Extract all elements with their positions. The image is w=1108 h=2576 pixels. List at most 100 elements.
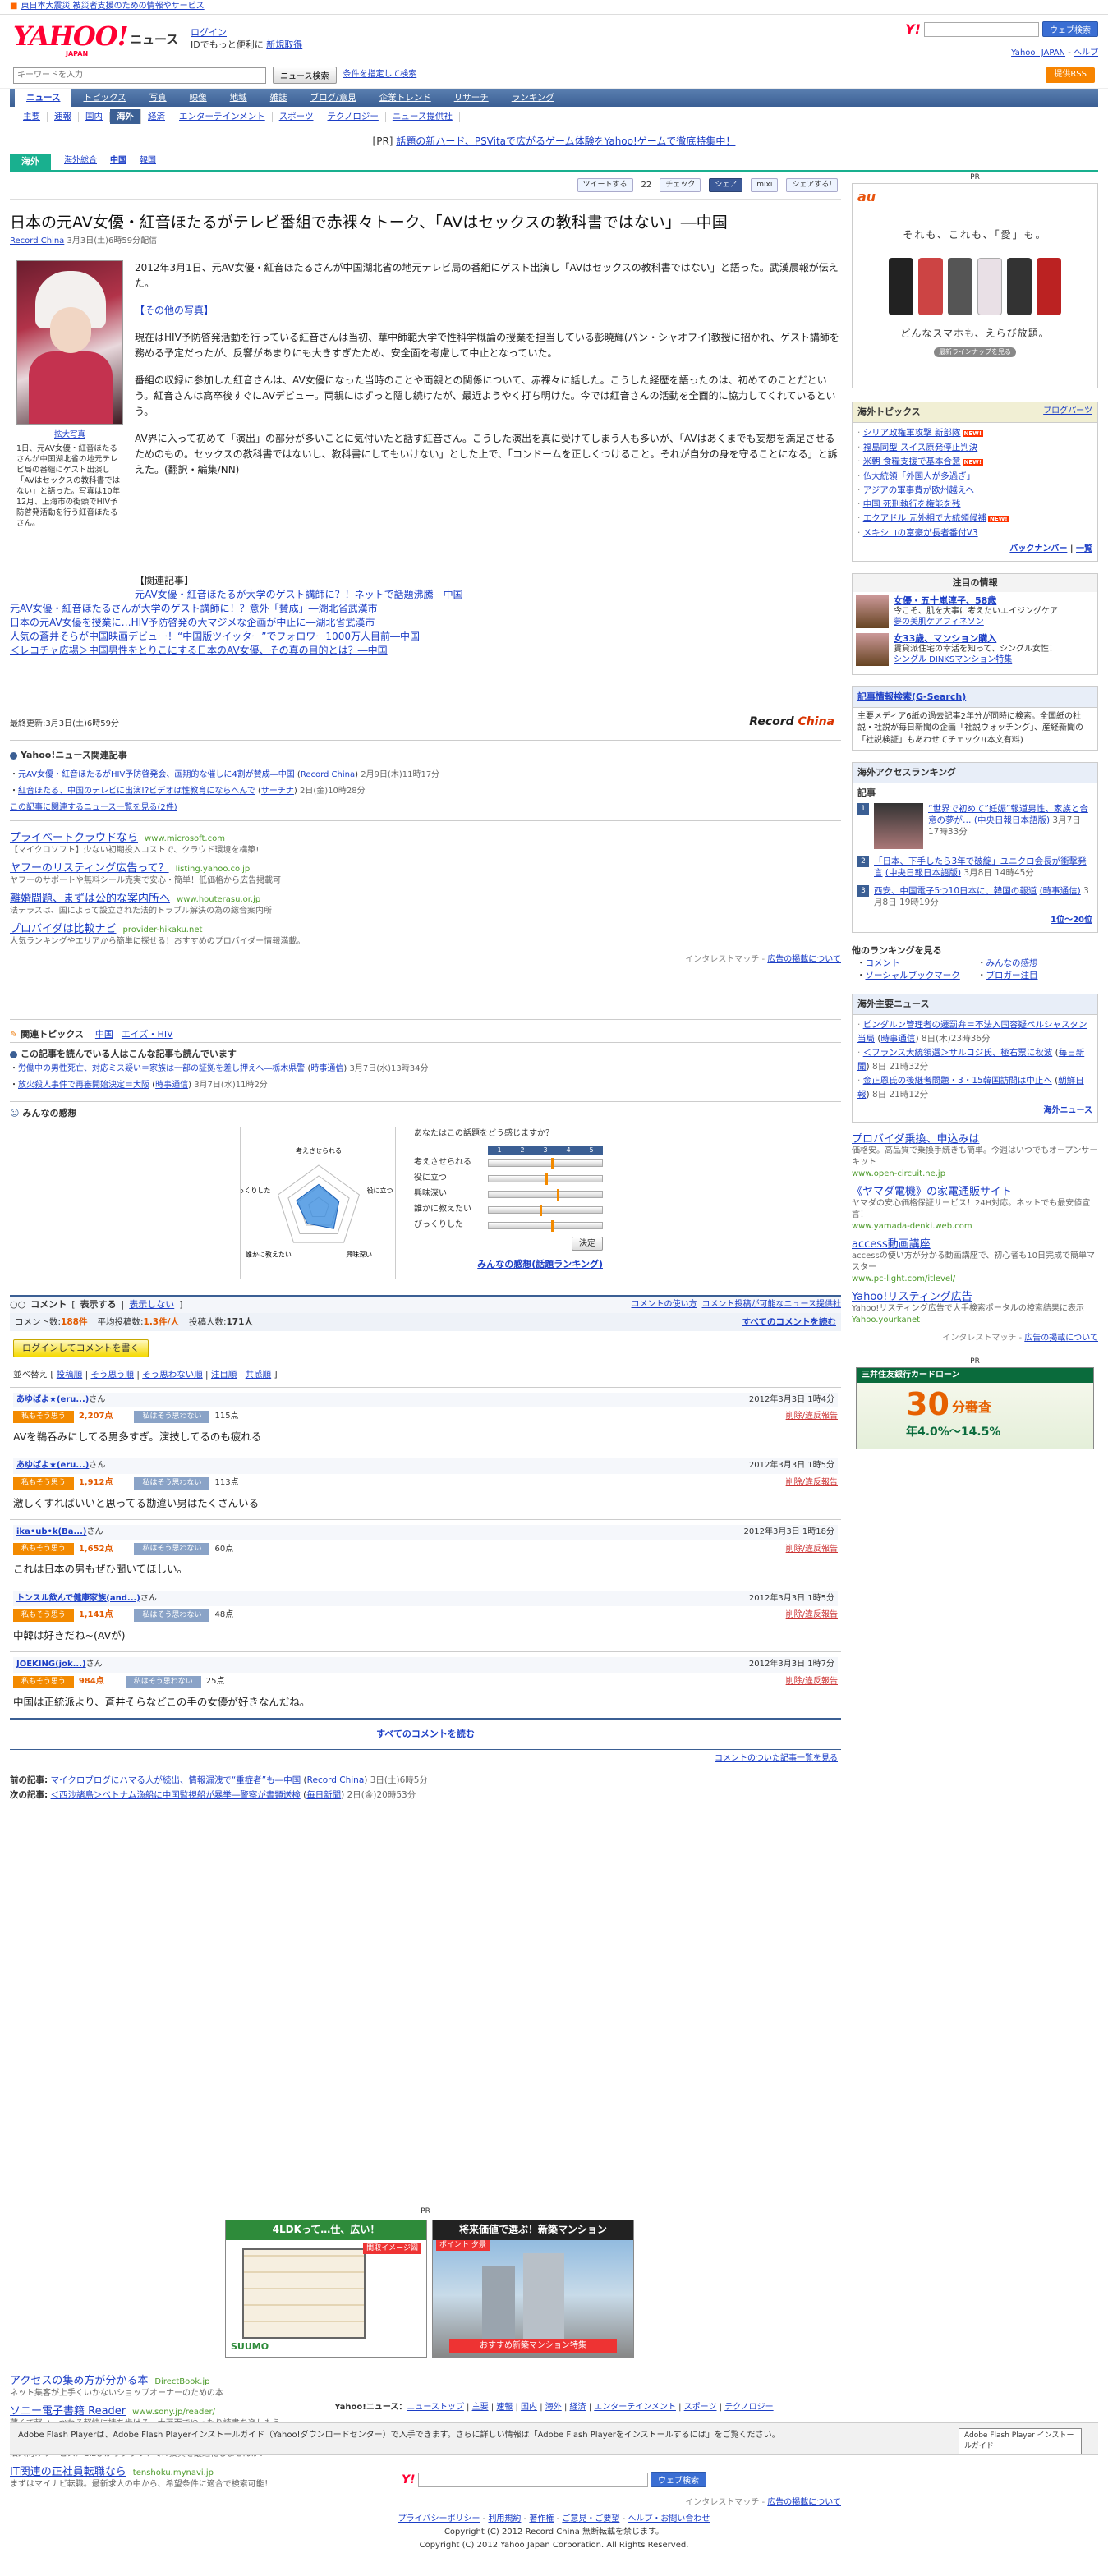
slider-handle[interactable] (556, 1188, 559, 1201)
attention-source[interactable]: 夢の美肌ケアフィネソン (894, 617, 1058, 627)
read-all-comments-link[interactable]: すべてのコメントを読む (742, 1316, 836, 1329)
other-ranking-link[interactable]: コメント (866, 958, 900, 968)
topic-link[interactable]: エイズ・HIV (122, 1028, 173, 1041)
sort-option[interactable]: そう思う順 (91, 1370, 135, 1380)
yahoo-logo[interactable]: YAHOO! JAPAN (13, 23, 129, 57)
footer-nav-link[interactable]: 速報 (496, 2403, 513, 2412)
ad-title[interactable]: プロバイダは比較ナビ (10, 923, 116, 935)
ad-title[interactable]: 離婚問題、まずは公的な案内所へ (10, 893, 170, 905)
topic-link[interactable]: アジアの軍事費が欧州越えへ (863, 485, 974, 495)
help-link[interactable]: ヘルプ (1074, 48, 1098, 57)
ad-title[interactable]: Yahoo!リスティング広告 (852, 1292, 1098, 1303)
footer-nav-link[interactable]: スポーツ (684, 2403, 717, 2412)
footer-nav-link[interactable]: 海外 (545, 2403, 562, 2412)
footer-link[interactable]: ヘルプ・お問い合わせ (628, 2514, 710, 2523)
agree-button[interactable]: 私もそう思う (13, 1609, 74, 1623)
mixi-button[interactable]: mixi (751, 178, 779, 193)
snav-item[interactable]: テクノロジー (320, 111, 386, 122)
news-search-input[interactable] (13, 67, 266, 84)
web-search-button[interactable]: ウェブ検索 (1042, 21, 1098, 38)
rss-button[interactable]: 提供RSS (1046, 67, 1095, 83)
ad-url[interactable]: www.microsoft.com (145, 834, 225, 843)
report-link[interactable]: 削除/違反報告 (786, 1544, 838, 1556)
agree-button[interactable]: 私もそう思う (13, 1476, 74, 1490)
pr-ad-mansion[interactable]: 将来価値で選ぶ！新築マンション ポイント 夕景 おすすめ新築マンション特集 (432, 2220, 634, 2358)
region-link-korea[interactable]: 韓国 (140, 155, 156, 171)
ad-info-link[interactable]: 広告の掲載について (767, 2498, 841, 2507)
related-link[interactable]: 元AV女優・紅音ほたるさんが大学のゲスト講師に！？意外「賛成」―湖北省武漢市 (10, 602, 716, 616)
login-to-comment-button[interactable]: ログインしてコメントを書く (13, 1339, 149, 1358)
major-link[interactable]: 金正恩氏の後継者問題・3・15韓国訪問は中止へ (863, 1076, 1052, 1086)
gnav-item[interactable]: ニュース (15, 89, 72, 107)
footer-nav-link[interactable]: 経済 (570, 2403, 586, 2412)
news-source[interactable]: サーチナ (261, 787, 294, 796)
comment-providers-link[interactable]: コメント投稿が可能なニュース提供社 (702, 1299, 842, 1311)
ad-title[interactable]: アクセスの集め方が分かる本 (10, 2375, 148, 2387)
snav-item[interactable]: エンターテインメント (172, 111, 273, 122)
vote-slider[interactable] (488, 1219, 603, 1232)
comment-user-link[interactable]: JOEKING(jok...) (16, 1660, 86, 1669)
thumbnail-image[interactable] (856, 632, 889, 666)
next-source[interactable]: 毎日新聞 (306, 1790, 341, 1800)
tab-overseas[interactable]: 海外 (10, 154, 51, 171)
footer-link[interactable]: プライバシーポリシー (398, 2514, 480, 2523)
ranking-tab[interactable]: 記事 (857, 787, 876, 798)
comment-user-link[interactable]: あゆばよ★(eru...) (16, 1461, 89, 1470)
snav-item[interactable]: スポーツ (273, 111, 321, 122)
vote-slider[interactable] (488, 1173, 603, 1185)
source-link[interactable]: Record China (10, 236, 64, 246)
ad-title[interactable]: 《ヤマダ電機》の家電通販サイト (852, 1187, 1098, 1198)
disagree-button[interactable]: 私はそう思わない (134, 1411, 210, 1424)
agree-button[interactable]: 私もそう思う (13, 1543, 74, 1556)
hide-comments[interactable]: 表示しない (129, 1298, 174, 1311)
related-link[interactable]: ＜レコチャ広場＞中国男性をとりこにする日本のAV女優、その真の目的とは？―中国 (10, 644, 716, 658)
gnav-item[interactable]: ランキング (500, 89, 566, 107)
related-news-link[interactable]: 元AV女優・紅音ほたるがHIV予防啓発会、画期的な催しに4割が賛成―中国 (18, 770, 295, 779)
slider-handle[interactable] (545, 1173, 548, 1185)
rank-more-link[interactable]: 1位〜20位 (1051, 916, 1092, 925)
check-button[interactable]: チェック (660, 178, 701, 193)
related-link[interactable]: 元AV女優・紅音ほたるが大学のゲスト講師に？！ネットで話題沸騰―中国 (10, 588, 716, 602)
gnav-item[interactable]: トピックス (71, 89, 137, 107)
gnav-item[interactable]: 地域 (218, 89, 259, 107)
ad-url[interactable]: www.pc-light.com/itlevel/ (852, 1274, 1098, 1285)
notice-link[interactable]: 東日本大震災 被災者支援のための情報やサービス (21, 1, 204, 13)
prev-source[interactable]: Record China (307, 1775, 365, 1785)
topic-link[interactable]: 中国 (95, 1028, 113, 1041)
disagree-button[interactable]: 私はそう思わない (134, 1609, 210, 1623)
ad-url[interactable]: www.yamada-denki.web.com (852, 1221, 1098, 1233)
ad-title[interactable]: access動画講座 (852, 1239, 1098, 1251)
signup-link[interactable]: 新規取得 (266, 39, 302, 50)
vote-slider[interactable] (488, 1204, 603, 1216)
disagree-button[interactable]: 私はそう思わない (125, 1675, 201, 1688)
report-link[interactable]: 削除/違反報告 (786, 1609, 838, 1622)
news-source[interactable]: 時事通信 (310, 1064, 343, 1073)
gnav-item[interactable]: 映像 (178, 89, 218, 107)
top-search-input[interactable] (924, 21, 1039, 37)
sort-option[interactable]: そう思わない順 (142, 1370, 203, 1380)
thumbnail-image[interactable] (874, 803, 923, 850)
snav-item[interactable]: 主要 (16, 111, 48, 122)
rank-source[interactable]: (時事通信) (1040, 886, 1081, 896)
ad-url[interactable]: provider-hikaku.net (122, 925, 202, 934)
backnumber-link[interactable]: バックナンバー (1009, 544, 1067, 553)
flash-badge[interactable]: Adobe Flash Player インストールガイド (959, 2428, 1082, 2455)
snav-item[interactable]: 国内 (79, 111, 110, 122)
ad-url[interactable]: listing.yahoo.co.jp (176, 865, 251, 874)
ad-title[interactable]: プライベートクラウドなら (10, 832, 138, 844)
also-read-link[interactable]: 放火殺人事件で再審開始決定＝大阪 (18, 1081, 149, 1090)
photo-enlarge-link[interactable]: 拡大写真 (54, 430, 85, 439)
disagree-button[interactable]: 私はそう思わない (134, 1543, 210, 1556)
related-more-link[interactable]: この記事に関連するニュース一覧を見る(2件) (10, 803, 177, 812)
other-ranking-link[interactable]: ブロガー注目 (986, 971, 1038, 980)
gnav-item[interactable]: ブログ/意見 (299, 89, 368, 107)
gnav-item[interactable]: リサーチ (443, 89, 500, 107)
also-read-link[interactable]: 労働中の男性死亡、対応ミス疑い＝家族は一部の証拠を差し押えへ―栃木県警 (18, 1064, 305, 1073)
topic-link[interactable]: シリア政権軍攻撃 新部隊 (863, 428, 961, 438)
ad-info-link[interactable]: 広告の掲載について (767, 955, 841, 964)
topic-link[interactable]: エクアドル 元外相で大統領候補 (863, 513, 986, 523)
slider-handle[interactable] (550, 1219, 554, 1232)
vote-submit-button[interactable]: 決定 (572, 1236, 603, 1251)
major-more-link[interactable]: 海外ニュース (1044, 1106, 1093, 1115)
comment-howto-link[interactable]: コメントの使い方 (632, 1299, 697, 1311)
